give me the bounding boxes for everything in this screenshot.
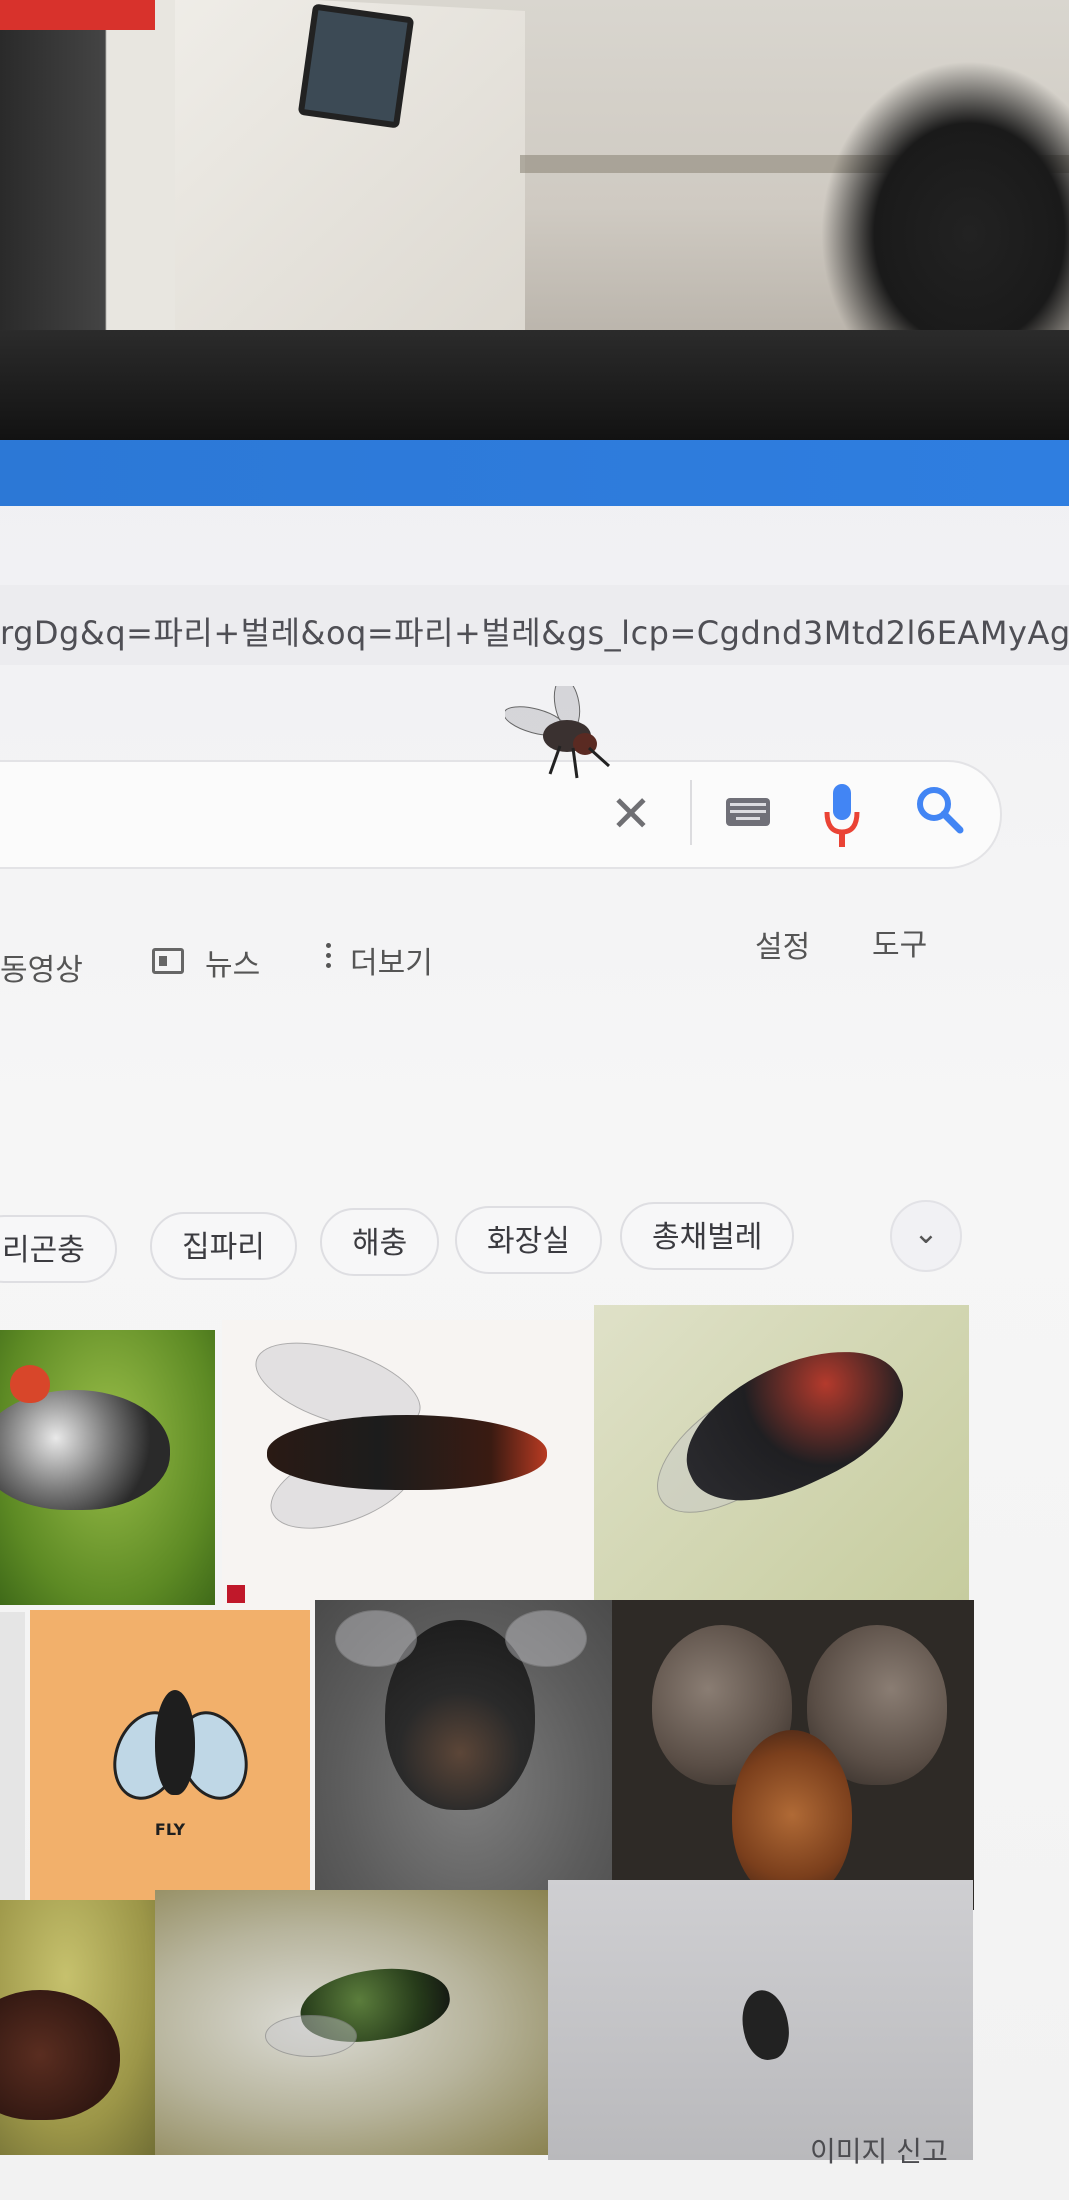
search-icon[interactable] [910, 780, 970, 840]
image-result[interactable]: FLY [30, 1610, 310, 1910]
chip-related-1[interactable]: 리곤충 [0, 1215, 117, 1283]
browser-title-bar [0, 440, 1069, 506]
chip-thrips[interactable]: 총채벌레 [620, 1202, 795, 1270]
keyboard-icon[interactable] [726, 798, 770, 826]
image-result[interactable] [0, 1612, 25, 1907]
image-result[interactable] [594, 1305, 969, 1605]
image-result[interactable] [612, 1600, 974, 1910]
package-label [0, 0, 155, 30]
fly-caption: FLY [154, 1820, 186, 1839]
image-result[interactable] [315, 1600, 620, 1905]
image-result[interactable] [0, 1900, 165, 2155]
close-icon[interactable]: ✕ [610, 785, 652, 843]
monitor-bezel [0, 330, 1069, 445]
chip-housefly[interactable]: 집파리 [150, 1212, 297, 1280]
device-image [297, 3, 415, 129]
cable-package [0, 0, 175, 345]
news-icon [152, 948, 184, 974]
room-background [0, 0, 1069, 345]
chevron-down-icon[interactable]: ⌄ [890, 1200, 962, 1272]
image-result[interactable] [548, 1880, 973, 2160]
tab-more[interactable]: 더보기 [350, 938, 433, 982]
address-url[interactable]: rgDg&q=파리+벌레&oq=파리+벌레&gs_lcp=Cgdnd3Mtd2l… [0, 608, 1069, 654]
image-result[interactable] [222, 1320, 597, 1610]
tab-videos[interactable]: 동영상 [0, 945, 83, 989]
chip-pest[interactable]: 해충 [320, 1208, 440, 1276]
chip-restroom[interactable]: 화장실 [455, 1206, 602, 1274]
report-image-link[interactable]: 이미지 신고 [810, 2130, 948, 2170]
image-result[interactable] [155, 1890, 550, 2155]
search-divider [690, 780, 692, 845]
dark-gadget [820, 60, 1069, 345]
tab-news[interactable]: 뉴스 [205, 940, 260, 984]
image-result[interactable] [0, 1330, 215, 1605]
microphone-icon[interactable] [822, 782, 862, 852]
settings-link[interactable]: 설정 [755, 922, 810, 966]
housefly-on-screen [505, 686, 611, 779]
tools-link[interactable]: 도구 [872, 920, 927, 964]
more-vert-icon [326, 943, 332, 973]
